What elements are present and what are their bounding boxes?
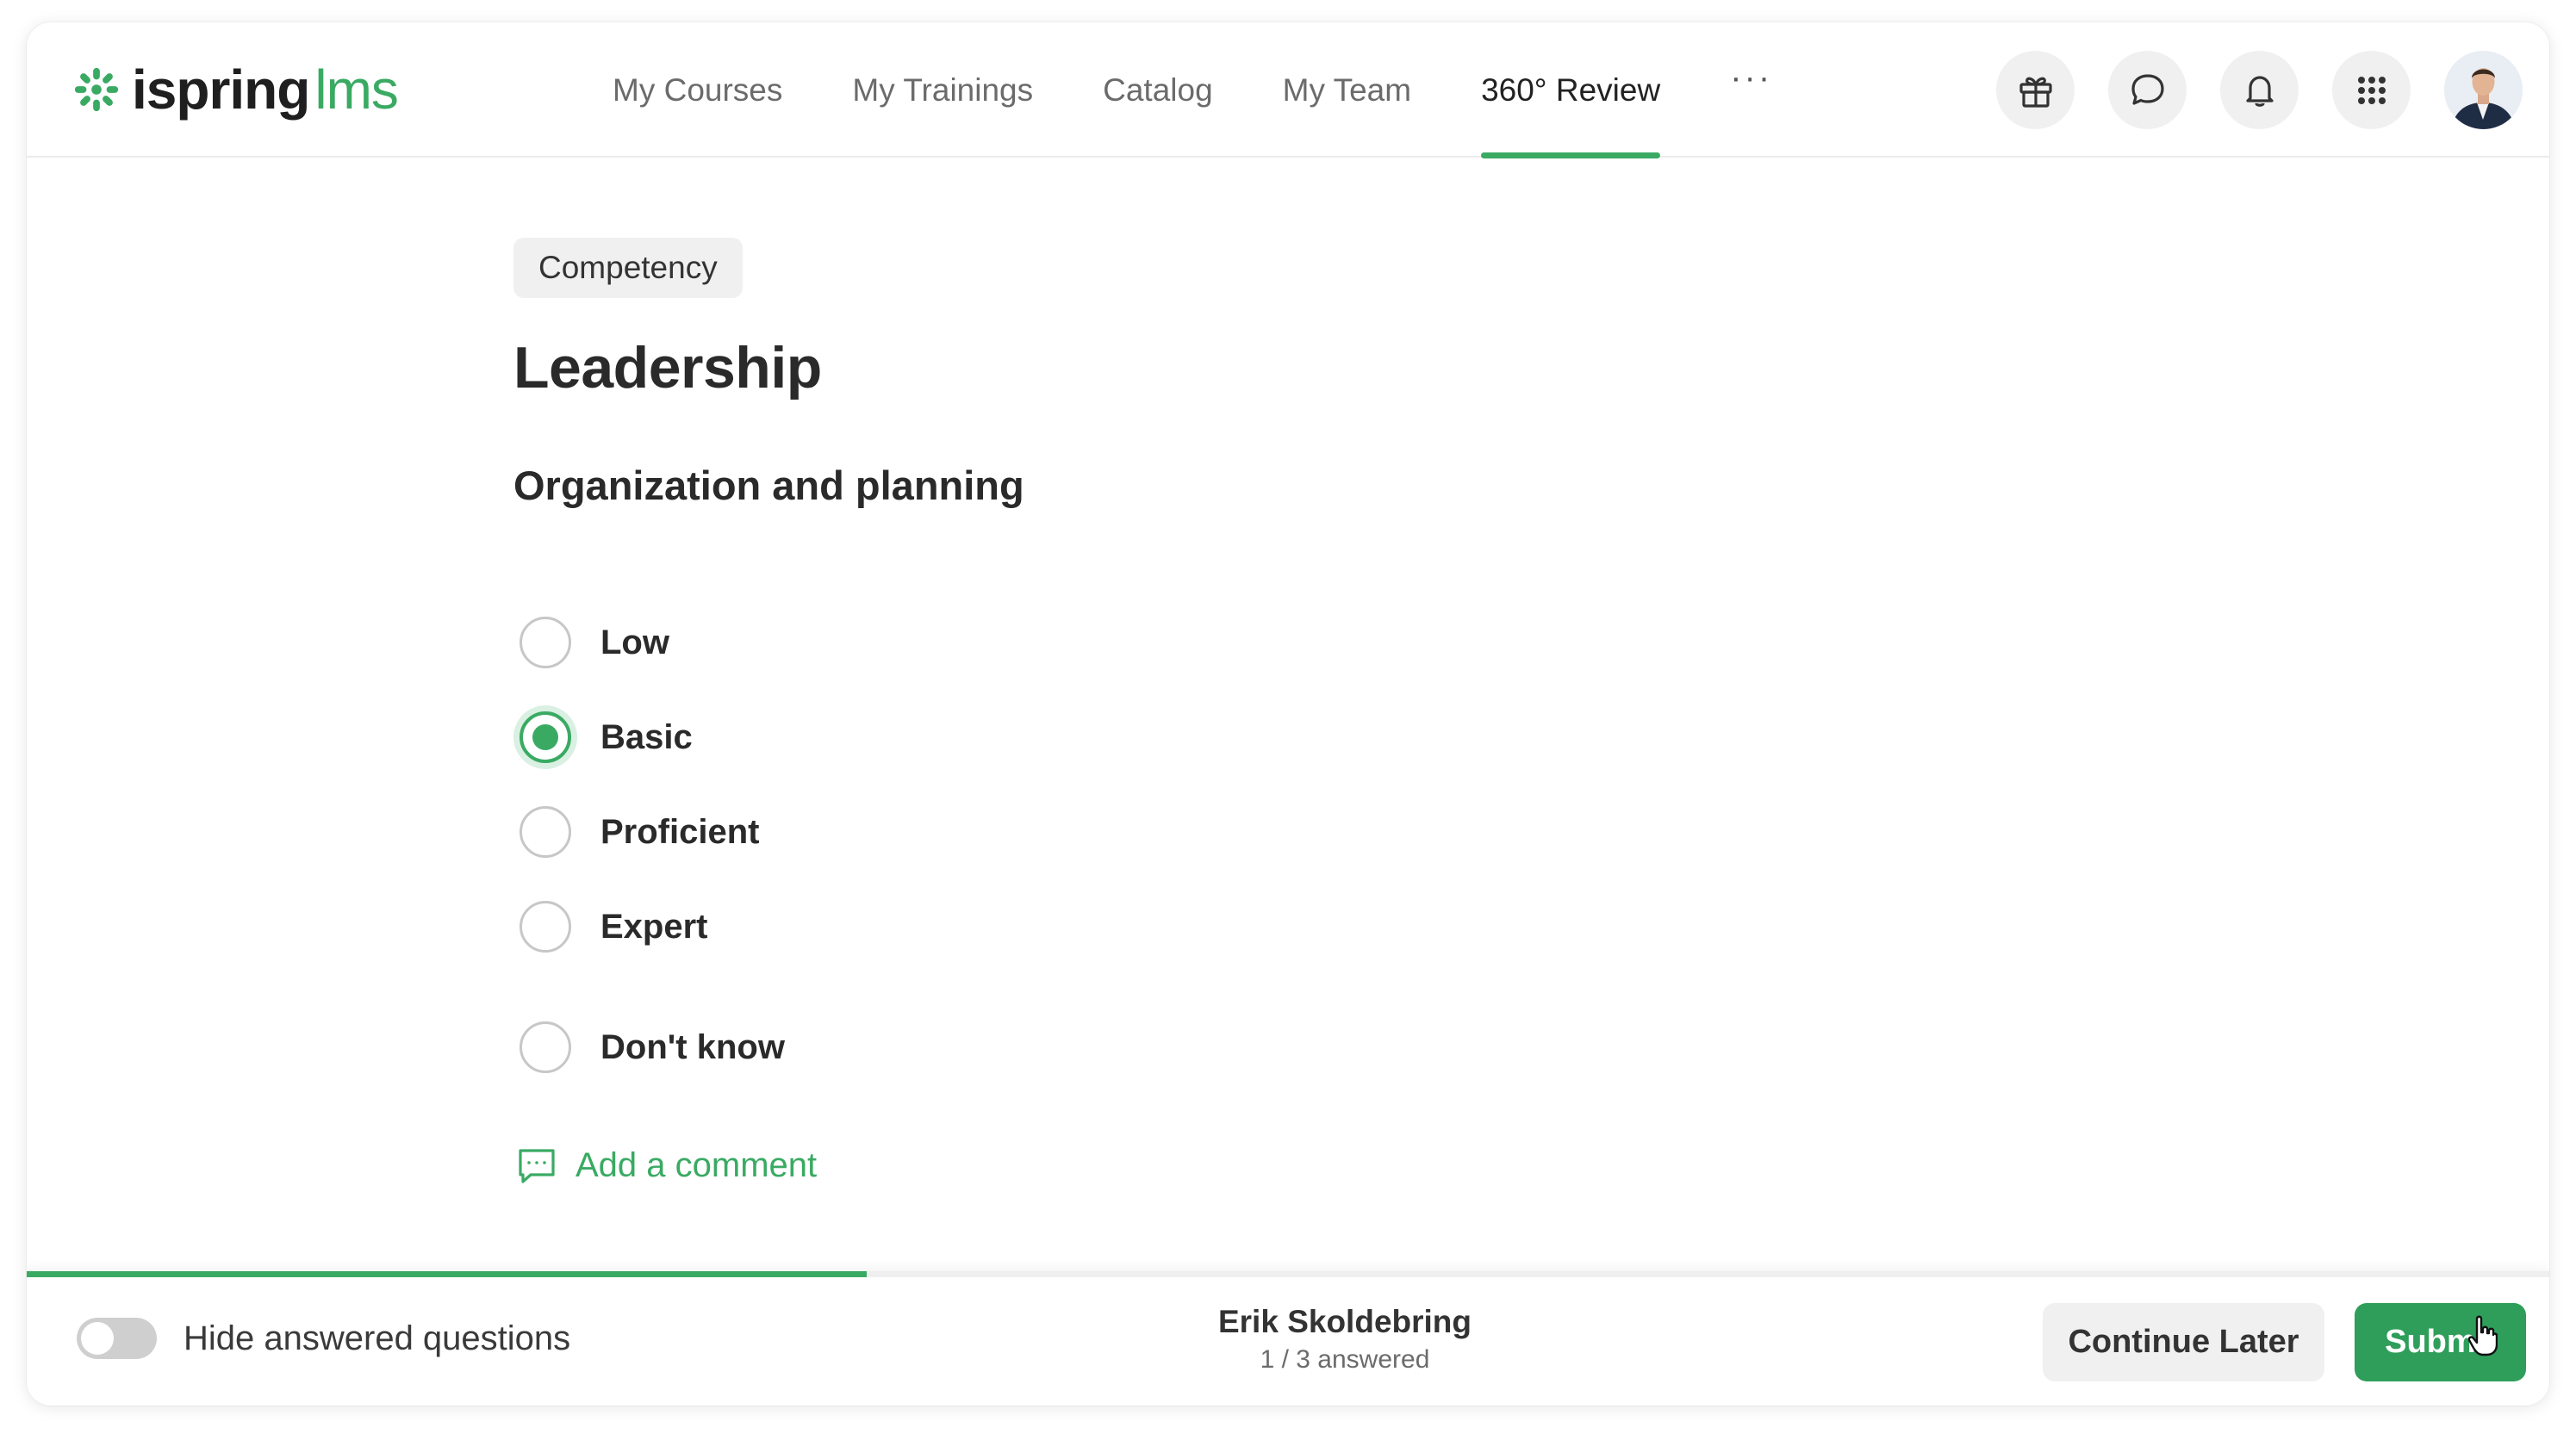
- app-window: ispring lms My Courses My Trainings Cata…: [27, 22, 2549, 1406]
- hand-cursor-icon: [2468, 1315, 2498, 1356]
- question-title: Organization and planning: [513, 462, 1024, 508]
- nav-my-trainings[interactable]: My Trainings: [852, 22, 1033, 158]
- option-label: Expert: [600, 907, 708, 946]
- radio-button[interactable]: [520, 617, 571, 668]
- notifications-button[interactable]: [2220, 51, 2299, 129]
- radio-button-selected[interactable]: [520, 711, 571, 763]
- bell-icon: [2245, 75, 2274, 107]
- option-basic[interactable]: Basic: [513, 703, 693, 772]
- option-dont-know[interactable]: Don't know: [513, 1013, 785, 1082]
- gift-button[interactable]: [1996, 51, 2075, 129]
- continue-later-button[interactable]: Continue Later: [2043, 1303, 2324, 1381]
- radio-button[interactable]: [520, 1021, 571, 1073]
- nav-more-button[interactable]: ···: [1730, 22, 1772, 146]
- ispring-logo-icon: [74, 67, 119, 112]
- toggle-knob: [81, 1322, 114, 1355]
- page-title: Leadership: [513, 335, 822, 400]
- hide-answered-toggle[interactable]: Hide answered questions: [77, 1314, 570, 1362]
- nav-360-review[interactable]: 360° Review: [1481, 22, 1661, 158]
- ispring-logo[interactable]: ispring lms: [72, 55, 399, 124]
- add-comment-link[interactable]: Add a comment: [513, 1135, 817, 1195]
- main-nav: My Courses My Trainings Catalog My Team …: [613, 22, 1842, 158]
- toggle-label: Hide answered questions: [184, 1319, 571, 1357]
- toggle-switch[interactable]: [77, 1318, 157, 1359]
- logo-text-ispring: ispring: [132, 59, 310, 121]
- apps-button[interactable]: [2332, 51, 2411, 129]
- comment-icon: [519, 1149, 555, 1183]
- review-content: Competency Leadership Organization and p…: [513, 238, 1892, 1184]
- reviewee-name: Erik Skoldebring: [1217, 1304, 1472, 1339]
- add-comment-label: Add a comment: [576, 1145, 818, 1184]
- competency-tag: Competency: [513, 238, 743, 298]
- answer-options: Low Basic Proficient Expert Don't know: [513, 608, 1203, 1125]
- header-actions: [1996, 22, 2549, 158]
- option-expert[interactable]: Expert: [513, 892, 708, 961]
- reviewee-info: Erik Skoldebring 1 / 3 answered: [1052, 1304, 1638, 1375]
- nav-my-courses[interactable]: My Courses: [613, 22, 782, 158]
- nav-my-team[interactable]: My Team: [1283, 22, 1411, 158]
- logo-text-lms: lms: [314, 59, 399, 121]
- progress-bar: [27, 1271, 2549, 1277]
- radio-button[interactable]: [520, 901, 571, 953]
- user-avatar[interactable]: [2444, 51, 2523, 129]
- nav-catalog[interactable]: Catalog: [1103, 22, 1213, 158]
- top-header: ispring lms My Courses My Trainings Cata…: [27, 22, 2549, 158]
- radio-button[interactable]: [520, 806, 571, 858]
- messages-button[interactable]: [2108, 51, 2187, 129]
- answered-count: 1 / 3 answered: [1260, 1345, 1430, 1374]
- bottom-bar: Hide answered questions Erik Skoldebring…: [27, 1271, 2549, 1406]
- option-label: Low: [600, 623, 669, 661]
- progress-bar-fill: [27, 1271, 868, 1277]
- option-label: Don't know: [600, 1027, 785, 1066]
- option-low[interactable]: Low: [513, 608, 669, 677]
- submit-button[interactable]: Submit: [2355, 1303, 2526, 1381]
- option-label: Basic: [600, 717, 693, 756]
- chat-icon: [2131, 73, 2164, 105]
- option-label: Proficient: [600, 812, 760, 851]
- gift-icon: [2019, 77, 2052, 108]
- user-avatar-image: [2444, 51, 2523, 129]
- apps-grid-icon: [2357, 76, 2386, 104]
- option-proficient[interactable]: Proficient: [513, 798, 759, 866]
